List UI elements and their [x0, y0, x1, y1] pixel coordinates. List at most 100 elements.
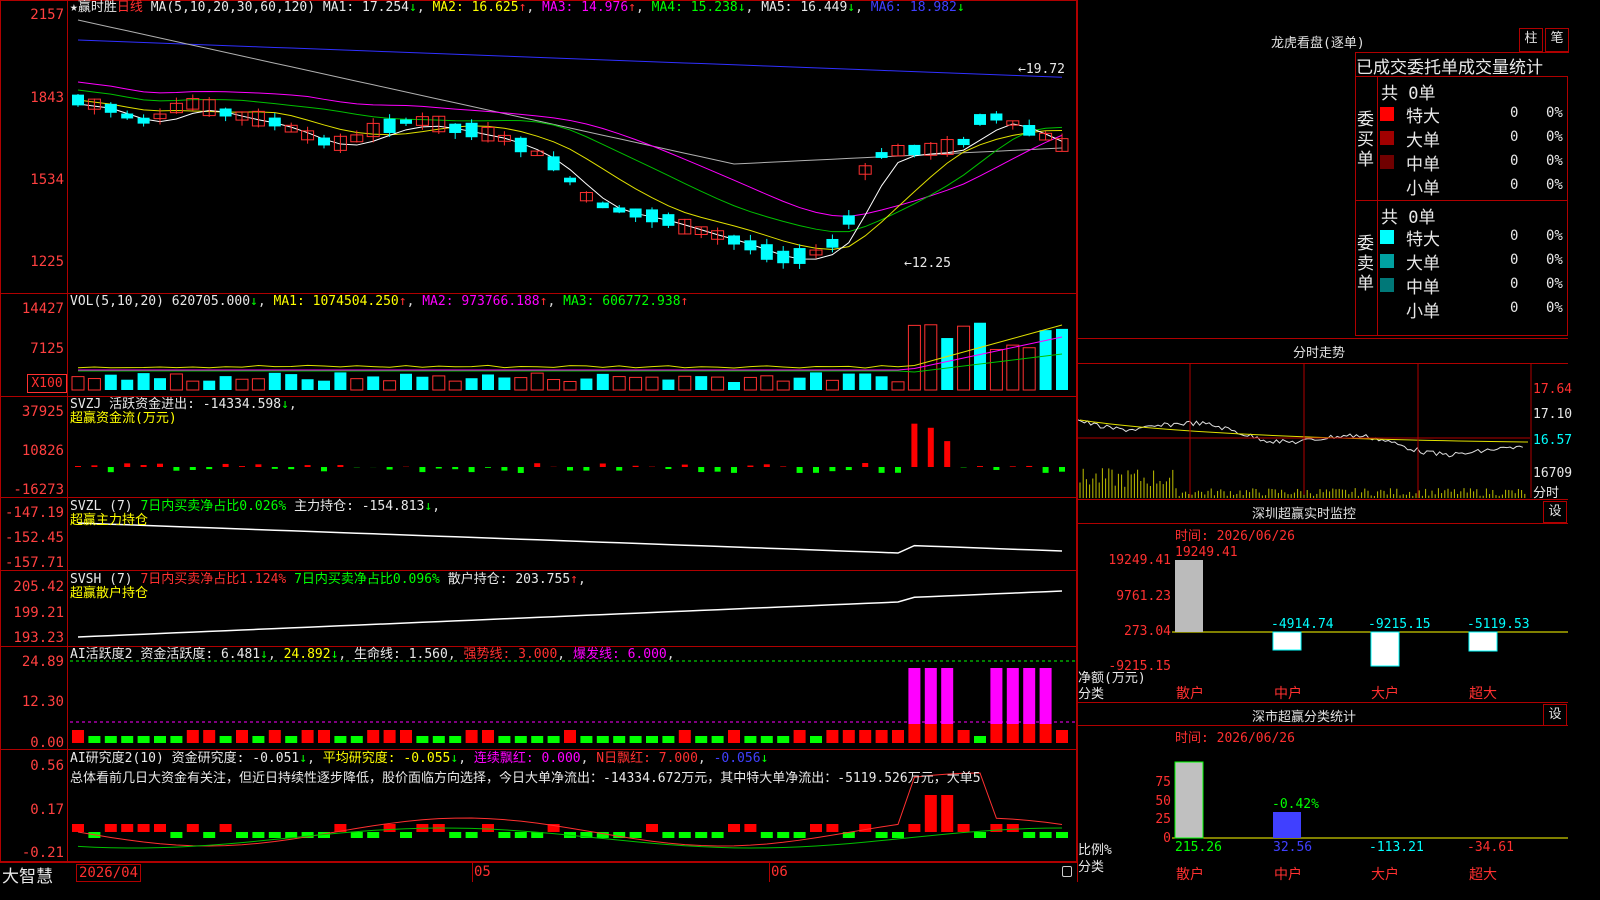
bar-mode-button[interactable]: 柱 [1519, 28, 1543, 52]
order-pct: 0% [1546, 105, 1563, 121]
ai-research-commentary: 总体看前几日大资金有关注，但近日持续性逐步降低，股价面临方向选择，今日大单净流出… [70, 771, 981, 786]
sz-axis-label: 19249.41 [1108, 553, 1171, 568]
order-type: 小单 [1406, 179, 1440, 199]
month-divider [769, 862, 770, 882]
order-type: 大单 [1406, 254, 1440, 274]
intraday-chart[interactable] [1077, 363, 1568, 500]
stock-name: 赢时胜 [77, 0, 117, 15]
buy-side-label: 委买单 [1357, 110, 1374, 170]
volume-header: VOL(5,10,20) 620705.000↓, MA1: 1074504.2… [70, 294, 689, 309]
order-pct: 0% [1546, 276, 1563, 292]
sz-monitor-title: 深圳超赢实时监控 [1252, 507, 1357, 522]
sc-category: 中户 [1274, 867, 1302, 883]
sz-value: -4914.74 [1271, 617, 1334, 632]
order-type: 特大 [1406, 230, 1440, 250]
order-pct: 0% [1546, 153, 1563, 169]
lhkp-title: 龙虎看盘(逐单) [1271, 36, 1365, 51]
sc-stats-title: 深市超赢分类统计 [1252, 710, 1357, 725]
svzl-axis-label: -147.19 [4, 505, 64, 521]
volume-axis-label: 14427 [21, 301, 64, 317]
sc-top-value: -0.42% [1272, 797, 1319, 812]
main-price-panel[interactable] [0, 0, 1077, 294]
svsh-axis-label: 205.42 [13, 579, 64, 595]
sell-rows: 特大 0 0% 大单 0 0% 中单 0 0% 小单 0 0% [1380, 225, 1568, 322]
lock-icon[interactable] [1062, 866, 1072, 877]
svsh-axis-label: 199.21 [13, 605, 64, 621]
sc-axis-label: 75 [1155, 775, 1171, 790]
order-count: 0 [1510, 177, 1519, 193]
sell-side-label: 委卖单 [1357, 234, 1374, 294]
sz-value: 19249.41 [1175, 545, 1238, 560]
price-axis-label: 1843 [30, 90, 64, 106]
sz-value: -9215.15 [1368, 617, 1431, 632]
tick-mode-button[interactable]: 笔 [1545, 28, 1569, 52]
order-row: 中单 0 0% [1380, 150, 1568, 175]
sc-axis-label: 50 [1155, 794, 1171, 809]
sz-category: 大户 [1371, 686, 1399, 702]
svsh-axis-label: 193.23 [13, 630, 64, 646]
intraday-title: 分时走势 [1293, 346, 1346, 361]
order-type: 中单 [1406, 155, 1440, 175]
svzj-sub: 超赢资金流(万元) [70, 411, 177, 426]
order-count: 0 [1510, 252, 1519, 268]
svzj-axis-label: 37925 [21, 404, 64, 420]
order-row: 特大 0 0% [1380, 225, 1568, 250]
sc-value: -34.61 [1467, 840, 1514, 855]
svzl-axis-label: -152.45 [4, 530, 64, 546]
color-swatch [1380, 179, 1394, 193]
intraday-vol-label: 16709 [1533, 466, 1573, 481]
low-annotation: ←12.25 [904, 256, 951, 271]
intraday-axis-label: 17.64 [1533, 382, 1573, 397]
ai-activity-axis-label: 0.00 [30, 735, 64, 751]
divider [1077, 725, 1568, 726]
color-swatch [1380, 302, 1394, 316]
order-row: 小单 0 0% [1380, 174, 1568, 199]
ai-research-axis-label: 0.17 [30, 802, 64, 818]
color-swatch [1380, 278, 1394, 292]
order-type: 中单 [1406, 278, 1440, 298]
sc-value: 32.56 [1273, 840, 1313, 855]
sz-x-title: 分类 [1078, 687, 1105, 702]
sz-category: 中户 [1274, 686, 1302, 702]
color-swatch [1380, 131, 1394, 145]
y-axis-divider [67, 0, 68, 862]
order-pct: 0% [1546, 228, 1563, 244]
high-annotation: ←19.72 [1018, 62, 1065, 77]
sz-settings-button[interactable]: 设 [1543, 501, 1567, 523]
lhkp-divider [1355, 200, 1568, 201]
sz-category: 超大 [1469, 686, 1497, 702]
lhkp-col-divider [1377, 76, 1378, 336]
order-type: 小单 [1406, 302, 1440, 322]
buy-total: 共 0单 [1381, 84, 1436, 104]
time-axis-label: 05 [474, 864, 491, 880]
ai-research-axis-label: 0.56 [30, 758, 64, 774]
sc-category: 超大 [1469, 867, 1497, 883]
order-row: 大单 0 0% [1380, 126, 1568, 151]
time-axis-label[interactable]: 2026/04 [76, 864, 142, 882]
intraday-axis-label: 17.10 [1533, 407, 1573, 422]
order-row: 中单 0 0% [1380, 273, 1568, 298]
sz-category: 散户 [1176, 686, 1204, 702]
brand-logo: 大智慧 [2, 867, 53, 887]
order-pct: 0% [1546, 252, 1563, 268]
main-header: ★赢时胜日线 MA(5,10,20,30,60,120) MA1: 17.254… [70, 0, 965, 15]
time-axis-label: 06 [771, 864, 788, 880]
ai-research-header: AI研究度2(10) 资金研究度: -0.051↓, 平均研究度: -0.055… [70, 751, 769, 766]
sc-axis-label: 25 [1155, 812, 1171, 827]
order-type: 大单 [1406, 131, 1440, 151]
ai-activity-axis-label: 12.30 [21, 694, 64, 710]
sc-value: 215.26 [1175, 840, 1222, 855]
divider [1077, 702, 1568, 703]
order-pct: 0% [1546, 300, 1563, 316]
order-pct: 0% [1546, 129, 1563, 145]
intraday-axis-label: 16.57 [1533, 433, 1573, 448]
sc-time: 时间: 2026/06/26 [1175, 731, 1295, 746]
divider [1077, 338, 1568, 339]
color-swatch [1380, 107, 1394, 121]
price-axis-label: 2157 [30, 7, 64, 23]
sz-time: 时间: 2026/06/26 [1175, 529, 1295, 544]
sc-settings-button[interactable]: 设 [1543, 704, 1567, 726]
sz-axis-label: 9761.23 [1116, 589, 1171, 604]
sz-axis-label: 273.04 [1124, 624, 1171, 639]
svzl-sub: 超赢主力持仓 [70, 513, 149, 528]
